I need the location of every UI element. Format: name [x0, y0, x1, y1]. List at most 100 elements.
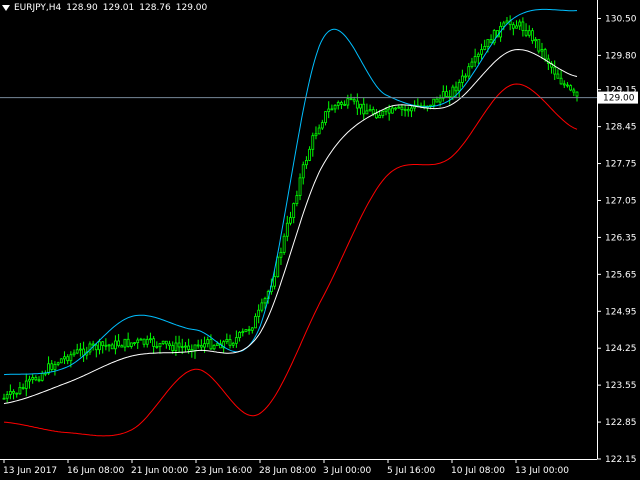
candle-body — [381, 110, 385, 116]
candle-body — [254, 316, 257, 329]
candle-body — [206, 339, 210, 345]
candle-body — [397, 106, 401, 109]
time-tick-label: 13 Jul 00:00 — [515, 466, 569, 476]
candle-body — [527, 30, 531, 36]
candle-body — [72, 352, 76, 356]
candle-body — [390, 107, 394, 114]
candle-body — [15, 392, 19, 395]
candle-body — [553, 66, 557, 75]
candle-body — [438, 97, 442, 103]
candle-body — [435, 98, 439, 103]
candle-body — [168, 343, 171, 347]
candle-body — [483, 46, 487, 50]
candle-body — [234, 337, 238, 344]
candle-body — [476, 53, 480, 57]
candle-body — [101, 341, 105, 346]
candle-body — [343, 103, 347, 106]
candle-body — [136, 339, 140, 344]
price-tick-label: 124.25 — [605, 344, 637, 354]
candle-body — [314, 133, 318, 137]
candle-body — [505, 20, 509, 24]
candle-body — [152, 338, 156, 347]
candle-body — [333, 104, 337, 110]
candle-body — [104, 344, 108, 347]
candle-body — [327, 108, 331, 113]
candle-body — [56, 362, 60, 365]
price-tick-label: 124.95 — [605, 307, 637, 317]
price-tick-label: 123.55 — [605, 381, 637, 391]
candle-body — [209, 339, 213, 350]
candle-body — [174, 342, 178, 352]
candle-body — [82, 348, 85, 356]
candle-body — [359, 103, 362, 109]
upper-band-line — [3, 8, 577, 376]
candle-body — [241, 331, 245, 334]
candle-body — [460, 75, 464, 83]
candle-body — [531, 30, 534, 42]
candle-body — [566, 84, 569, 87]
candle-body — [12, 391, 15, 394]
price-tick-label: 127.75 — [605, 160, 637, 170]
candle-body — [180, 346, 184, 348]
chart-window[interactable]: EURJPY,H4 128.90 129.01 128.76 129.00 130.50… — [0, 0, 640, 480]
candle-body — [515, 25, 518, 29]
candle-body — [158, 343, 162, 348]
candle-body — [562, 83, 566, 86]
candle-body — [31, 377, 35, 380]
candle-body — [308, 148, 312, 161]
candle-body — [34, 377, 38, 381]
current-price-label: 129.00 — [603, 94, 635, 104]
candle-body — [524, 29, 528, 36]
candle-body — [572, 89, 576, 93]
candle-body — [263, 298, 267, 304]
candle-body — [212, 345, 216, 350]
candle-body — [24, 380, 28, 389]
candle-body — [301, 164, 305, 179]
candle-body — [110, 344, 114, 350]
time-tick-label: 10 Jul 08:00 — [451, 466, 505, 476]
candle-body — [273, 276, 276, 287]
candle-body — [432, 98, 436, 106]
candle-body — [187, 345, 191, 350]
candle-body — [559, 77, 563, 85]
candle-body — [406, 108, 410, 112]
candle-body — [340, 102, 343, 105]
candle-body — [445, 91, 448, 97]
candle-body — [18, 387, 22, 395]
candle-body — [8, 391, 12, 395]
time-tick-label: 13 Jun 2017 — [3, 466, 57, 476]
price-chart[interactable]: 130.50129.80129.15128.45127.75127.05126.… — [0, 0, 640, 480]
candle-body — [120, 345, 124, 348]
candle-body — [199, 345, 203, 348]
lower-band-line — [3, 83, 578, 437]
candle-body — [349, 98, 353, 101]
candle-body — [556, 73, 560, 79]
candle-body — [457, 81, 461, 92]
candle-body — [196, 344, 200, 347]
candle-body — [543, 49, 547, 60]
candle-body — [295, 195, 299, 204]
candle-body — [142, 338, 146, 345]
candle-body — [155, 346, 159, 348]
candle-body — [311, 135, 315, 150]
candle-body — [540, 49, 544, 52]
candle-body — [94, 344, 98, 351]
candle-body — [464, 75, 467, 78]
candle-body — [250, 327, 254, 331]
candle-body — [352, 98, 356, 102]
candle-body — [177, 342, 181, 348]
candle-body — [69, 354, 73, 362]
candle-body — [454, 86, 458, 92]
candle-body — [50, 363, 54, 370]
candle-body — [129, 342, 133, 347]
candle-body — [279, 251, 283, 258]
candle-body — [79, 348, 82, 351]
candle-body — [139, 338, 143, 341]
candle-body — [289, 217, 292, 224]
candle-body — [292, 203, 296, 218]
candle-body — [403, 108, 407, 111]
candle-body — [276, 256, 280, 278]
candle-body — [117, 340, 120, 347]
candle-body — [387, 108, 391, 114]
price-tick-label: 129.80 — [605, 51, 637, 61]
